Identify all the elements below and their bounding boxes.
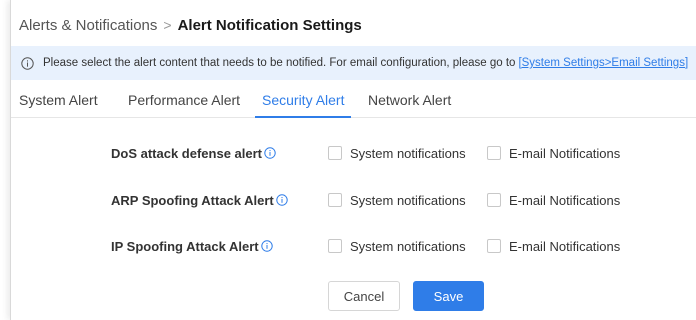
help-icon[interactable]: [260, 240, 273, 252]
tab-security-alert[interactable]: Security Alert: [255, 84, 352, 118]
alert-row-arp: ARP Spoofing Attack Alert System notific…: [11, 188, 696, 212]
breadcrumb: Alerts & Notifications > Alert Notificat…: [19, 12, 362, 38]
help-icon[interactable]: [276, 194, 288, 206]
checkbox-label: E-mail Notifications: [509, 238, 621, 254]
checkbox-box[interactable]: [487, 239, 501, 253]
email-notifications-checkbox[interactable]: E-mail Notifications: [487, 239, 620, 254]
alert-label-text: DoS attack defense alert: [111, 145, 263, 161]
checkbox-label: System notifications: [350, 145, 466, 161]
tab-system-alert[interactable]: System Alert: [19, 84, 98, 118]
checkbox-box[interactable]: [328, 193, 342, 207]
page-title: Alert Notification Settings: [177, 16, 362, 34]
alert-row-ip: IP Spoofing Attack Alert System notifica…: [11, 234, 696, 258]
alert-label: IP Spoofing Attack Alert: [111, 239, 273, 254]
settings-panel: Alerts & Notifications > Alert Notificat…: [10, 0, 696, 320]
tab-network-alert[interactable]: Network Alert: [368, 84, 451, 118]
alert-label: DoS attack defense alert: [111, 146, 276, 161]
breadcrumb-separator: >: [163, 17, 172, 33]
email-notifications-checkbox[interactable]: E-mail Notifications: [487, 193, 620, 208]
email-notifications-checkbox[interactable]: E-mail Notifications: [487, 146, 620, 161]
checkbox-box[interactable]: [487, 146, 501, 160]
checkbox-box[interactable]: [328, 239, 342, 253]
alert-row-dos: DoS attack defense alert System notifica…: [11, 141, 696, 165]
checkbox-label: E-mail Notifications: [509, 192, 621, 208]
alert-label-text: IP Spoofing Attack Alert: [111, 238, 259, 254]
checkbox-label: System notifications: [350, 192, 466, 208]
alert-label-text: ARP Spoofing Attack Alert: [111, 192, 274, 208]
save-button[interactable]: Save: [413, 281, 484, 311]
system-notifications-checkbox[interactable]: System notifications: [328, 239, 466, 254]
info-banner: Please select the alert content that nee…: [11, 46, 696, 80]
checkbox-box[interactable]: [487, 193, 501, 207]
email-settings-link[interactable]: [System Settings>Email Settings]: [518, 57, 688, 69]
help-icon[interactable]: [264, 147, 276, 159]
cancel-button[interactable]: Cancel: [328, 281, 400, 311]
checkbox-label: E-mail Notifications: [509, 145, 621, 161]
alert-tabs: System Alert Performance Alert Security …: [11, 84, 696, 118]
info-icon: [21, 56, 34, 70]
breadcrumb-parent[interactable]: Alerts & Notifications: [19, 17, 157, 34]
tab-performance-alert[interactable]: Performance Alert: [128, 84, 240, 118]
info-text: Please select the alert content that nee…: [43, 57, 516, 69]
system-notifications-checkbox[interactable]: System notifications: [328, 146, 466, 161]
checkbox-box[interactable]: [328, 146, 342, 160]
alert-label: ARP Spoofing Attack Alert: [111, 193, 288, 208]
checkbox-label: System notifications: [350, 238, 466, 254]
system-notifications-checkbox[interactable]: System notifications: [328, 193, 466, 208]
